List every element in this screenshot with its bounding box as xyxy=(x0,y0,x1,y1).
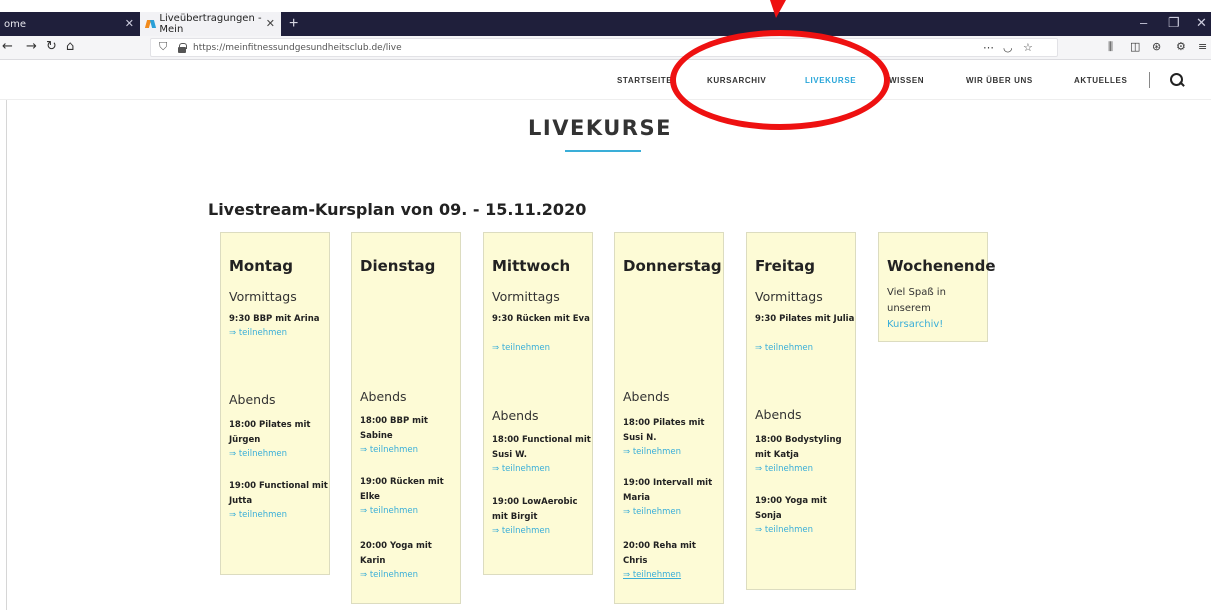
join-link[interactable]: ⇒ teilnehmen xyxy=(229,328,287,338)
forward-icon[interactable]: → xyxy=(26,39,37,54)
page-actions-icon[interactable]: ⋯ xyxy=(983,41,994,54)
page-left-border xyxy=(6,100,7,610)
join-link[interactable]: ⇒ teilnehmen xyxy=(492,526,550,536)
day-name: Mittwoch xyxy=(492,257,571,275)
sidebar-icon[interactable]: ◫ xyxy=(1130,40,1140,53)
tab-label: Liveübertragungen - Mein xyxy=(159,13,262,35)
course-title: 19:00 Rücken mit Elke xyxy=(360,477,444,502)
search-icon[interactable] xyxy=(1170,73,1184,87)
day-card-freitag: Freitag Vormittags 9:30 Pilates mit Juli… xyxy=(746,232,856,590)
course-title: 18:00 Bodystyling mit Katja xyxy=(755,435,842,460)
reload-icon[interactable]: ↻ xyxy=(46,39,57,54)
close-window-icon[interactable]: ✕ xyxy=(1196,15,1207,31)
join-link[interactable]: ⇒ teilnehmen xyxy=(360,506,418,516)
browser-tab-bar: ome ✕ Liveübertragungen - Mein ✕ + – ❐ ✕ xyxy=(0,12,1211,36)
join-link[interactable]: ⇒ teilnehmen xyxy=(492,343,550,353)
site-header: STARTSEITE KURSARCHIV LIVEKURSE WISSEN W… xyxy=(0,60,1211,100)
home-icon[interactable]: ⌂ xyxy=(66,39,74,54)
course-title: 9:30 Pilates mit Julia xyxy=(755,314,855,324)
title-underline xyxy=(565,150,641,152)
new-tab-icon[interactable]: + xyxy=(289,15,298,33)
close-tab-icon[interactable]: ✕ xyxy=(125,17,134,30)
schedule-title: Livestream-Kursplan von 09. - 15.11.2020 xyxy=(208,200,587,219)
section-abends: Abends xyxy=(755,407,802,422)
join-link[interactable]: ⇒ teilnehmen xyxy=(623,447,681,457)
day-name: Dienstag xyxy=(360,257,436,275)
section-abends: Abends xyxy=(360,389,407,404)
join-link[interactable]: ⇒ teilnehmen xyxy=(492,464,550,474)
join-link[interactable]: ⇒ teilnehmen xyxy=(623,570,681,580)
course-title: 20:00 Yoga mit Karin xyxy=(360,541,432,566)
course-title: 19:00 Intervall mit Maria xyxy=(623,478,713,503)
course-title: 20:00 Reha mit Chris xyxy=(623,541,696,566)
section-vormittags: Vormittags xyxy=(229,289,297,304)
join-link[interactable]: ⇒ teilnehmen xyxy=(755,343,813,353)
account-icon[interactable]: ⊛ xyxy=(1152,40,1161,53)
section-abends: Abends xyxy=(229,392,276,407)
kursarchiv-link[interactable]: Kursarchiv! xyxy=(887,319,943,330)
browser-tab-previous[interactable]: ome ✕ xyxy=(0,12,140,36)
section-vormittags: Vormittags xyxy=(492,289,560,304)
join-link[interactable]: ⇒ teilnehmen xyxy=(360,570,418,580)
tab-label: ome xyxy=(4,18,27,30)
weekend-message: Viel Spaß in unserem xyxy=(887,287,946,314)
annotation-arrow-icon xyxy=(770,0,786,18)
course-title: 9:30 BBP mit Arina xyxy=(229,314,320,324)
weekend-text: Viel Spaß in unserem Kursarchiv! xyxy=(887,285,987,333)
course-title: 19:00 Yoga mit Sonja xyxy=(755,496,827,521)
join-link[interactable]: ⇒ teilnehmen xyxy=(623,507,681,517)
day-card-dienstag: Dienstag Abends 18:00 BBP mit Sabine ⇒ t… xyxy=(351,232,461,604)
course-title: 18:00 BBP mit Sabine xyxy=(360,416,428,441)
day-name: Wochenende xyxy=(887,257,996,275)
day-name: Montag xyxy=(229,257,293,275)
day-name: Freitag xyxy=(755,257,816,275)
pocket-icon[interactable]: ◡ xyxy=(1003,41,1013,54)
page-title: LIVEKURSE xyxy=(528,116,672,140)
shield-icon[interactable]: ⛉ xyxy=(159,41,167,54)
extension-icon[interactable]: ⚙ xyxy=(1176,40,1186,53)
nav-aktuelles[interactable]: AKTUELLES xyxy=(1074,76,1127,85)
close-tab-icon[interactable]: ✕ xyxy=(266,17,275,30)
bookmark-star-icon[interactable]: ☆ xyxy=(1023,41,1033,54)
section-abends: Abends xyxy=(492,408,539,423)
lock-icon[interactable] xyxy=(178,43,187,53)
join-link[interactable]: ⇒ teilnehmen xyxy=(755,525,813,535)
screen-top-edge xyxy=(0,0,1211,12)
menu-icon[interactable]: ≡ xyxy=(1198,40,1207,53)
nav-wir-ueber-uns[interactable]: WIR ÜBER UNS xyxy=(966,76,1033,85)
day-name: Donnerstag xyxy=(623,257,722,275)
back-icon[interactable]: ← xyxy=(2,39,13,54)
join-link[interactable]: ⇒ teilnehmen xyxy=(360,445,418,455)
day-card-montag: Montag Vormittags 9:30 BBP mit Arina ⇒ t… xyxy=(220,232,330,575)
address-bar[interactable]: ⛉ https://meinfitnessundgesundheitsclub.… xyxy=(150,38,1058,57)
url-text[interactable]: https://meinfitnessundgesundheitsclub.de… xyxy=(193,43,402,53)
day-card-mittwoch: Mittwoch Vormittags 9:30 Rücken mit Eva … xyxy=(483,232,593,575)
annotation-ellipse xyxy=(670,30,890,130)
browser-nav-bar: ← → ↻ ⌂ ⛉ https://meinfitnessundgesundhe… xyxy=(0,36,1211,60)
course-title: 19:00 LowAerobic mit Birgit xyxy=(492,497,578,522)
day-card-wochenende: Wochenende Viel Spaß in unserem Kursarch… xyxy=(878,232,996,342)
join-link[interactable]: ⇒ teilnehmen xyxy=(229,449,287,459)
course-title: 9:30 Rücken mit Eva xyxy=(492,314,590,324)
join-link[interactable]: ⇒ teilnehmen xyxy=(755,464,813,474)
site-favicon-icon xyxy=(146,19,155,29)
course-title: 18:00 Pilates mit Jürgen xyxy=(229,420,311,445)
day-card-donnerstag: Donnerstag Abends 18:00 Pilates mit Susi… xyxy=(614,232,724,604)
course-title: 19:00 Functional mit Jutta xyxy=(229,481,328,506)
library-icon[interactable]: ⫼ xyxy=(1108,40,1113,54)
course-title: 18:00 Functional mit Susi W. xyxy=(492,435,591,460)
course-title: 18:00 Pilates mit Susi N. xyxy=(623,418,705,443)
nav-divider xyxy=(1149,72,1150,88)
restore-icon[interactable]: ❐ xyxy=(1168,15,1180,31)
browser-tab-active[interactable]: Liveübertragungen - Mein ✕ xyxy=(140,12,281,36)
join-link[interactable]: ⇒ teilnehmen xyxy=(229,510,287,520)
nav-wissen[interactable]: WISSEN xyxy=(889,76,924,85)
section-vormittags: Vormittags xyxy=(755,289,823,304)
minimize-icon[interactable]: – xyxy=(1140,15,1147,30)
nav-startseite[interactable]: STARTSEITE xyxy=(617,76,672,85)
section-abends: Abends xyxy=(623,389,670,404)
